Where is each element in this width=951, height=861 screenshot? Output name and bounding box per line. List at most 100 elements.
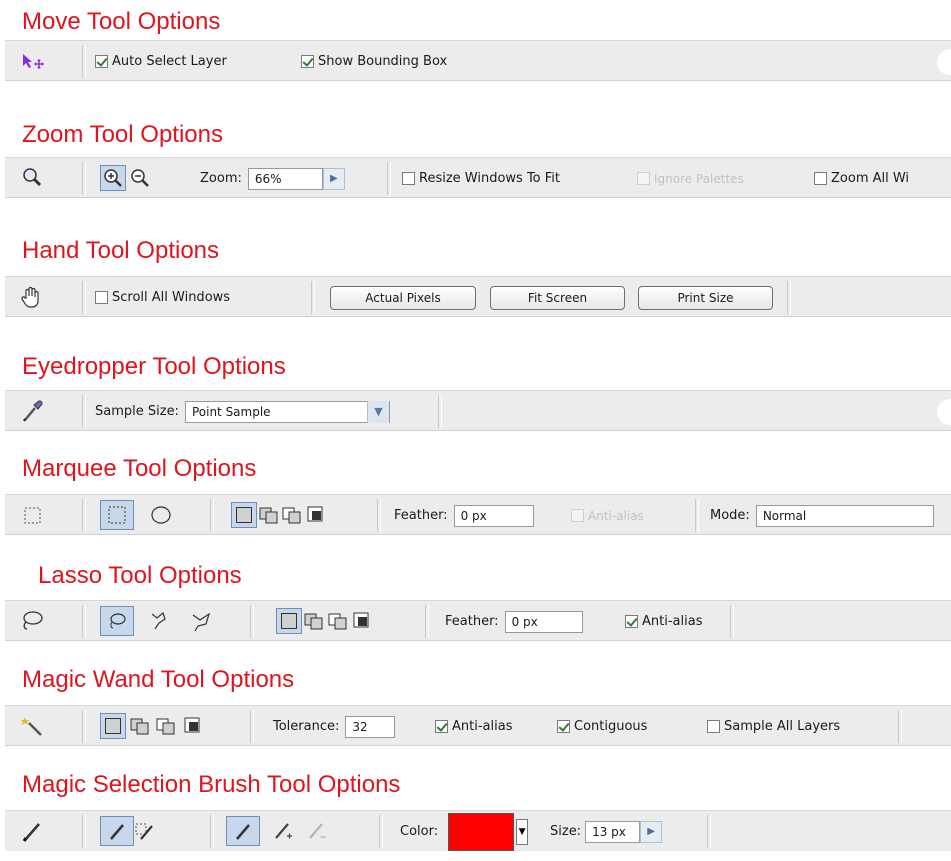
zoom-out-button[interactable] (127, 165, 153, 191)
size-slider-arrow-icon[interactable]: ▶ (640, 820, 663, 843)
sample-size-control: Sample Size: Point Sample ▼ (95, 391, 390, 432)
move-tool-icon[interactable] (17, 46, 47, 76)
elliptical-marquee-button[interactable] (148, 502, 174, 528)
anti-alias-checkbox[interactable]: Anti-alias (435, 706, 512, 747)
selection-brush-icon[interactable] (17, 816, 47, 846)
checkbox-icon[interactable] (814, 172, 827, 185)
lasso-button[interactable] (100, 606, 134, 636)
move-tool-title: Move Tool Options (22, 8, 221, 35)
new-selection-icon (281, 613, 297, 629)
subtract-from-selection-button[interactable] (153, 713, 179, 739)
separator (82, 45, 86, 78)
feather-input[interactable]: 0 px (453, 504, 534, 527)
add-to-selection-button[interactable] (301, 608, 327, 634)
anti-alias-checkbox: Anti-alias (571, 495, 644, 536)
zoom-input[interactable]: 66% (247, 167, 323, 190)
magnetic-lasso-button[interactable] (145, 608, 171, 634)
show-bounding-box-checkbox[interactable]: Show Bounding Box (301, 41, 447, 82)
intersect-selection-button[interactable] (180, 713, 206, 739)
lasso-tool-title: Lasso Tool Options (38, 562, 242, 589)
resize-windows-checkbox[interactable]: Resize Windows To Fit (402, 158, 560, 199)
auto-select-layer-checkbox[interactable]: Auto Select Layer (95, 41, 227, 82)
actual-pixels-button[interactable]: Actual Pixels (330, 285, 476, 310)
checkbox-checked-icon[interactable] (625, 615, 638, 628)
color-swatch[interactable] (448, 812, 515, 851)
magic-wand-tool-title: Magic Wand Tool Options (22, 666, 295, 693)
polygonal-lasso-button[interactable] (188, 608, 214, 634)
checkbox-disabled-icon (571, 509, 584, 522)
chevron-down-icon[interactable]: ▼ (516, 818, 529, 845)
zoom-all-windows-checkbox[interactable]: Zoom All Wi (814, 158, 909, 199)
subtract-from-selection-button[interactable] (325, 608, 351, 634)
checkbox-icon[interactable] (707, 720, 720, 733)
magic-wand-options-bar: Tolerance: 32 Anti-alias Contiguous Samp… (5, 705, 951, 746)
tolerance-input[interactable]: 32 (345, 715, 396, 738)
brush-subtract-button[interactable] (304, 818, 330, 844)
add-selection-icon (130, 718, 149, 735)
add-to-selection-button[interactable] (127, 713, 153, 739)
print-size-button[interactable]: Print Size (638, 285, 773, 310)
anti-alias-checkbox[interactable]: Anti-alias (625, 601, 702, 642)
marquee-tool-title: Marquee Tool Options (22, 455, 257, 482)
new-selection-button[interactable] (100, 713, 126, 739)
new-selection-icon (105, 718, 121, 734)
color-control: Color: ▼ (400, 811, 529, 852)
new-selection-button[interactable] (276, 608, 302, 634)
scroll-all-windows-checkbox[interactable]: Scroll All Windows (95, 277, 230, 318)
hand-options-bar: Scroll All Windows Actual Pixels Fit Scr… (5, 276, 951, 317)
checkbox-icon[interactable] (95, 291, 108, 304)
subtract-selection-icon (328, 613, 347, 630)
checkbox-checked-icon[interactable] (95, 55, 108, 68)
checkbox-checked-icon[interactable] (301, 55, 314, 68)
new-selection-button[interactable] (231, 502, 257, 528)
size-control: Size: 13 px ▶ (550, 811, 663, 852)
size-input[interactable]: 13 px (585, 820, 641, 843)
checkbox-checked-icon[interactable] (557, 720, 570, 733)
magic-wand-icon[interactable] (17, 711, 47, 741)
brush-new-button[interactable] (226, 816, 260, 846)
marquee-options-bar: Feather: 0 px Anti-alias Mode: Normal (5, 494, 951, 535)
eyedropper-icon[interactable] (17, 396, 47, 426)
brush-add-button[interactable] (270, 818, 296, 844)
sample-size-select[interactable]: Point Sample ▼ (184, 400, 390, 423)
fit-screen-button[interactable]: Fit Screen (490, 285, 625, 310)
add-selection-icon (259, 507, 278, 524)
magic-selection-brush-button[interactable] (100, 816, 134, 846)
feather-control: Feather: 0 px (445, 601, 583, 642)
tolerance-control: Tolerance: 32 (273, 706, 396, 747)
eyedropper-tool-title: Eyedropper Tool Options (22, 353, 286, 380)
magnifier-icon[interactable] (17, 163, 47, 193)
zoom-slider-arrow-icon[interactable]: ▶ (322, 167, 345, 190)
feather-input[interactable]: 0 px (504, 610, 583, 633)
intersect-selection-icon (184, 717, 200, 733)
contiguous-checkbox[interactable]: Contiguous (557, 706, 647, 747)
eyedropper-options-bar: Sample Size: Point Sample ▼ (5, 390, 951, 431)
new-selection-icon (236, 507, 252, 523)
mode-control: Mode: Normal (710, 495, 934, 536)
zoom-in-button[interactable] (100, 165, 126, 191)
zoom-tool-title: Zoom Tool Options (22, 121, 223, 148)
chevron-down-icon[interactable]: ▼ (366, 400, 389, 423)
checkbox-checked-icon[interactable] (435, 720, 448, 733)
checkbox-disabled-icon (637, 172, 650, 185)
mode-select[interactable]: Normal (755, 504, 934, 527)
lasso-icon[interactable] (17, 606, 47, 636)
ignore-palettes-checkbox: Ignore Palettes (637, 158, 744, 199)
rectangular-marquee-button[interactable] (100, 500, 134, 530)
subtract-from-selection-button[interactable] (279, 502, 305, 528)
intersect-selection-icon (353, 612, 369, 628)
rectangular-marquee-icon[interactable] (17, 500, 47, 530)
intersect-selection-button[interactable] (349, 608, 375, 634)
selection-brush-button[interactable] (131, 818, 157, 844)
add-selection-icon (304, 613, 323, 630)
checkbox-icon[interactable] (402, 172, 415, 185)
magic-selection-brush-title: Magic Selection Brush Tool Options (22, 771, 401, 798)
hand-icon[interactable] (17, 282, 47, 312)
move-options-bar: Auto Select Layer Show Bounding Box (5, 40, 951, 81)
feather-control: Feather: 0 px (394, 495, 534, 536)
subtract-selection-icon (282, 507, 301, 524)
zoom-options-bar: Zoom: 66% ▶ Resize Windows To Fit Ignore… (5, 157, 951, 198)
magic-selection-brush-options-bar: Color: ▼ Size: 13 px ▶ (5, 810, 951, 851)
intersect-selection-button[interactable] (303, 502, 329, 528)
sample-all-layers-checkbox[interactable]: Sample All Layers (707, 706, 840, 747)
